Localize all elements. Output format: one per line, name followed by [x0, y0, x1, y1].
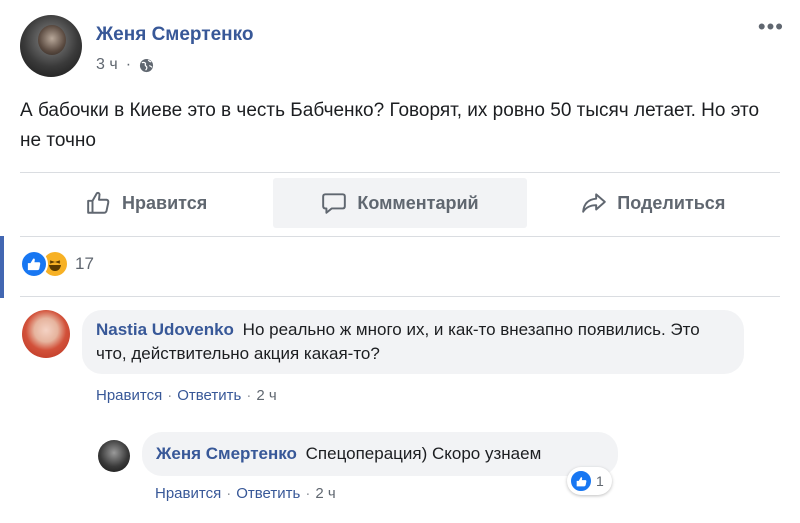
- like-button[interactable]: Нравится: [20, 178, 273, 228]
- facebook-post: Женя Смертенко 3 ч · ••• А бабочки в Кие…: [0, 0, 800, 523]
- reply-text: Спецоперация) Скоро узнаем: [305, 444, 542, 463]
- reply-reply-link[interactable]: Ответить: [236, 485, 300, 502]
- comment-button[interactable]: Комментарий: [273, 178, 527, 228]
- comment-button-label: Комментарий: [357, 192, 479, 213]
- like-reaction-icon: [570, 470, 592, 492]
- post-author-name[interactable]: Женя Смертенко: [96, 24, 254, 46]
- focus-indicator: [0, 236, 4, 298]
- divider: [20, 296, 780, 297]
- reply-author-avatar[interactable]: [98, 440, 130, 472]
- share-button[interactable]: Поделиться: [527, 178, 780, 228]
- more-options-icon[interactable]: •••: [758, 16, 784, 38]
- post-time[interactable]: 3 ч: [96, 56, 118, 74]
- thumbs-up-icon: [87, 191, 110, 214]
- reply-bubble: Женя Смертенко Спецоперация) Скоро узнае…: [142, 432, 618, 476]
- comment-actions: Нравится · Ответить · 2 ч: [96, 387, 277, 404]
- post-meta: 3 ч ·: [96, 56, 154, 74]
- like-button-label: Нравится: [122, 192, 208, 213]
- reply-reaction-count: 1: [596, 473, 604, 489]
- comment-bubble: Nastia Udovenko Но реально ж много их, и…: [82, 310, 744, 374]
- comment-time[interactable]: 2 ч: [256, 387, 276, 404]
- separator-dot: ·: [246, 387, 252, 404]
- share-button-label: Поделиться: [617, 192, 726, 213]
- divider: [20, 236, 780, 237]
- comment-reply-link[interactable]: Ответить: [177, 387, 241, 404]
- like-reaction-icon: [20, 250, 48, 278]
- reply-actions: Нравится · Ответить · 2 ч: [155, 485, 336, 502]
- separator-dot: ·: [226, 485, 232, 502]
- separator-dot: ·: [167, 387, 173, 404]
- comment-icon: [322, 193, 347, 214]
- reply-author[interactable]: Женя Смертенко: [156, 444, 297, 463]
- separator-dot: ·: [305, 485, 311, 502]
- separator-dot: ·: [125, 56, 132, 73]
- divider: [20, 172, 780, 173]
- commenter-avatar[interactable]: [22, 310, 70, 358]
- globe-icon[interactable]: [139, 58, 154, 73]
- post-actions: Нравится Комментарий Поделиться: [20, 178, 780, 228]
- comment-author[interactable]: Nastia Udovenko: [96, 320, 234, 339]
- reply-reactions[interactable]: 1: [567, 467, 612, 495]
- comment-like-link[interactable]: Нравится: [96, 387, 162, 404]
- post-text: А бабочки в Киеве это в честь Бабченко? …: [20, 100, 760, 151]
- reply-time[interactable]: 2 ч: [315, 485, 335, 502]
- author-avatar[interactable]: [20, 15, 82, 77]
- reply-like-link[interactable]: Нравится: [155, 485, 221, 502]
- share-icon: [582, 193, 607, 213]
- reaction-count: 17: [75, 254, 94, 273]
- reactions-summary[interactable]: 17: [20, 250, 94, 278]
